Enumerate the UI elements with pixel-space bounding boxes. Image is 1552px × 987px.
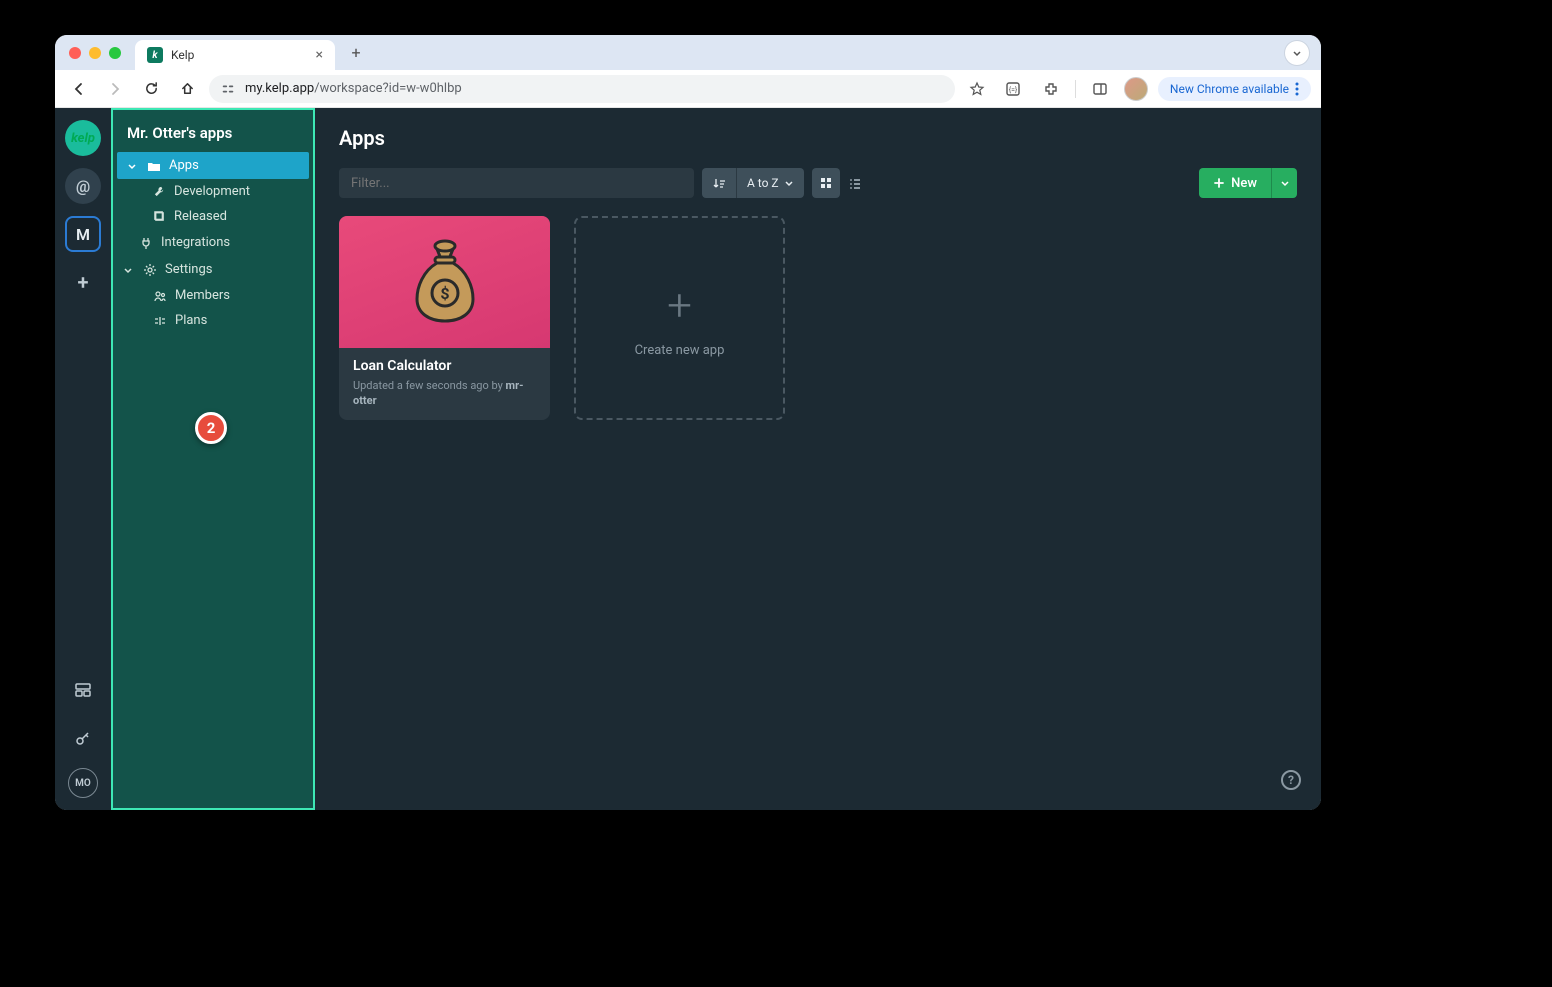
sidebar-item-label: Members — [175, 288, 230, 303]
sidebar-item-label: Development — [174, 184, 250, 199]
page-title: Apps — [339, 126, 1297, 150]
chevron-down-icon — [123, 265, 135, 275]
wrench-icon — [153, 185, 166, 198]
members-icon — [153, 289, 167, 303]
svg-text:{=}: {=} — [1009, 85, 1018, 94]
forward-button[interactable] — [101, 75, 129, 103]
plans-icon — [153, 314, 167, 328]
sidebar-item-settings[interactable]: Settings — [113, 256, 313, 283]
app-root: kelp @ M + MO Mr. Otter's apps Apps — [55, 108, 1321, 810]
browser-titlebar: k Kelp × + — [55, 35, 1321, 70]
home-button[interactable] — [173, 75, 201, 103]
user-avatar[interactable]: MO — [68, 768, 98, 798]
extension-icon-1[interactable]: {=} — [999, 75, 1027, 103]
app-card-body: Loan Calculator Updated a few seconds ag… — [339, 348, 550, 419]
address-bar[interactable]: my.kelp.app/workspace?id=w-w0hlbp — [209, 75, 955, 103]
chevron-down-icon — [784, 178, 794, 188]
sort-mode-button[interactable]: A to Z — [736, 168, 804, 198]
browser-tabs: k Kelp × — [135, 35, 335, 70]
key-icon[interactable] — [65, 720, 101, 756]
sort-group: A to Z — [702, 168, 804, 198]
extensions-icon[interactable] — [1037, 75, 1065, 103]
chevron-down-icon — [127, 161, 139, 171]
back-button[interactable] — [65, 75, 93, 103]
sidebar-item-label: Settings — [165, 262, 212, 277]
sidebar-item-label: Released — [174, 209, 227, 224]
plus-icon — [1213, 177, 1225, 189]
kelp-logo[interactable]: kelp — [65, 120, 101, 156]
annotation-badge-2: 2 — [195, 412, 227, 444]
sidepanel-icon[interactable] — [1086, 75, 1114, 103]
profile-avatar[interactable] — [1124, 77, 1148, 101]
apps-stack-icon[interactable] — [65, 672, 101, 708]
sidebar-panel: Mr. Otter's apps Apps Development Releas… — [111, 108, 315, 810]
workspace-rail: kelp @ M + MO — [55, 108, 111, 810]
app-card-title: Loan Calculator — [353, 358, 536, 374]
plus-icon: + — [667, 279, 692, 331]
sidebar-tree: Apps Development Released Integrations — [113, 152, 313, 333]
package-icon — [153, 210, 166, 223]
tab-title: Kelp — [171, 48, 194, 62]
browser-window: k Kelp × + my.kelp.app/workspa — [55, 35, 1321, 810]
browser-toolbar: my.kelp.app/workspace?id=w-w0hlbp {=} Ne… — [55, 70, 1321, 108]
minimize-window-button[interactable] — [89, 47, 101, 59]
app-card-meta: Updated a few seconds ago by mr-otter — [353, 378, 536, 409]
folder-icon — [147, 159, 161, 173]
window-controls — [69, 47, 121, 59]
grid-view-button[interactable] — [812, 168, 840, 198]
sidebar-item-apps[interactable]: Apps — [117, 152, 309, 179]
rail-add-workspace[interactable]: + — [65, 264, 101, 300]
create-app-label: Create new app — [635, 343, 725, 358]
maximize-window-button[interactable] — [109, 47, 121, 59]
reload-button[interactable] — [137, 75, 165, 103]
sort-direction-button[interactable] — [702, 168, 736, 198]
site-settings-icon[interactable] — [221, 82, 235, 96]
svg-text:$: $ — [440, 284, 449, 303]
kelp-favicon: k — [147, 47, 163, 63]
sidebar-item-development[interactable]: Development — [113, 179, 313, 204]
new-tab-button[interactable]: + — [343, 40, 369, 66]
sidebar-item-plans[interactable]: Plans — [113, 308, 313, 333]
plug-icon — [139, 236, 153, 250]
filter-input[interactable] — [339, 168, 694, 198]
url-text: my.kelp.app/workspace?id=w-w0hlbp — [245, 81, 462, 96]
sidebar-item-released[interactable]: Released — [113, 204, 313, 229]
toolbar-divider — [1075, 80, 1076, 98]
list-view-button[interactable] — [841, 168, 869, 198]
sidebar-item-label: Integrations — [161, 235, 230, 250]
sidebar-title: Mr. Otter's apps — [113, 110, 313, 152]
browser-tab-kelp[interactable]: k Kelp × — [135, 40, 335, 70]
app-card-thumbnail: $ — [339, 216, 550, 348]
app-card-loan-calculator[interactable]: $ Loan Calculator Updated a few seconds … — [339, 216, 550, 420]
money-bag-icon: $ — [405, 237, 485, 327]
help-button[interactable]: ? — [1281, 770, 1301, 790]
apps-grid: $ Loan Calculator Updated a few seconds … — [339, 216, 1297, 420]
close-window-button[interactable] — [69, 47, 81, 59]
rail-workspace-m[interactable]: M — [65, 216, 101, 252]
sidebar-item-members[interactable]: Members — [113, 283, 313, 308]
chevron-down-icon — [1280, 178, 1290, 188]
sidebar-item-label: Plans — [175, 313, 207, 328]
bookmark-icon[interactable] — [963, 75, 991, 103]
close-tab-icon[interactable]: × — [316, 47, 323, 63]
new-button-group: New — [1199, 168, 1297, 198]
main-panel: Apps A to Z — [315, 108, 1321, 810]
gear-icon — [143, 263, 157, 277]
new-button[interactable]: New — [1199, 168, 1271, 198]
chrome-update-chip[interactable]: New Chrome available — [1158, 77, 1311, 101]
new-dropdown-button[interactable] — [1271, 168, 1297, 198]
sidebar-item-label: Apps — [169, 158, 199, 173]
view-toggle — [812, 168, 869, 198]
toolbar-controls: A to Z New — [339, 168, 1297, 198]
rail-mentions[interactable]: @ — [65, 168, 101, 204]
tab-overflow-button[interactable] — [1285, 41, 1309, 65]
sidebar-item-integrations[interactable]: Integrations — [113, 229, 313, 256]
create-app-card[interactable]: + Create new app — [574, 216, 785, 420]
